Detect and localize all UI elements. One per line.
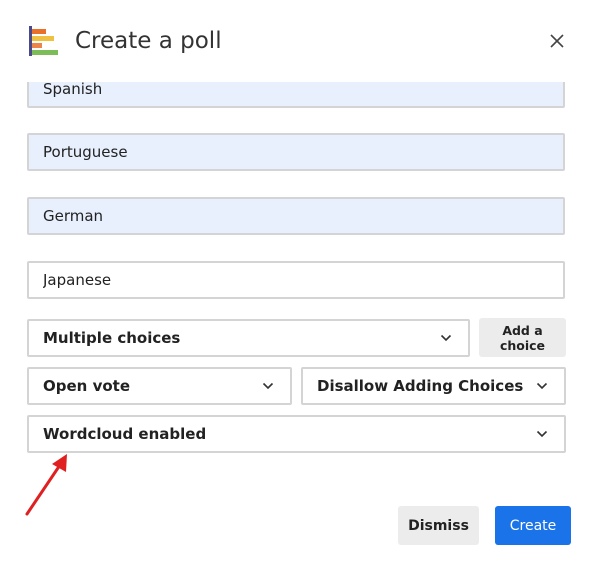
poll-bars-icon	[29, 26, 58, 56]
close-icon	[550, 34, 564, 48]
adding-choices-select[interactable]: Disallow Adding Choices	[301, 367, 566, 405]
choice-mode-select[interactable]: Multiple choices	[27, 319, 470, 357]
chevron-down-icon	[262, 382, 274, 390]
adding-choices-label: Disallow Adding Choices	[317, 377, 524, 395]
dialog-title: Create a poll	[75, 28, 222, 54]
vote-mode-label: Open vote	[43, 377, 130, 395]
close-button[interactable]	[546, 30, 568, 52]
wordcloud-label: Wordcloud enabled	[43, 425, 207, 443]
chevron-down-icon	[536, 430, 548, 438]
chevron-down-icon	[440, 334, 452, 342]
create-button[interactable]: Create	[495, 506, 571, 545]
choice-input-4[interactable]	[27, 261, 565, 299]
dismiss-button[interactable]: Dismiss	[398, 506, 479, 545]
chevron-down-icon	[536, 382, 548, 390]
annotation-arrow-icon	[25, 454, 67, 516]
choice-mode-label: Multiple choices	[43, 329, 181, 347]
wordcloud-select[interactable]: Wordcloud enabled	[27, 415, 566, 453]
dialog-body[interactable]: Multiple choices Add a choice Open vote …	[0, 0, 594, 562]
choice-input-3[interactable]	[27, 197, 565, 235]
add-choice-button[interactable]: Add a choice	[479, 318, 566, 357]
vote-mode-select[interactable]: Open vote	[27, 367, 292, 405]
choice-input-2[interactable]	[27, 133, 565, 171]
create-poll-dialog: Multiple choices Add a choice Open vote …	[0, 0, 594, 562]
dialog-header: Create a poll	[0, 0, 594, 82]
